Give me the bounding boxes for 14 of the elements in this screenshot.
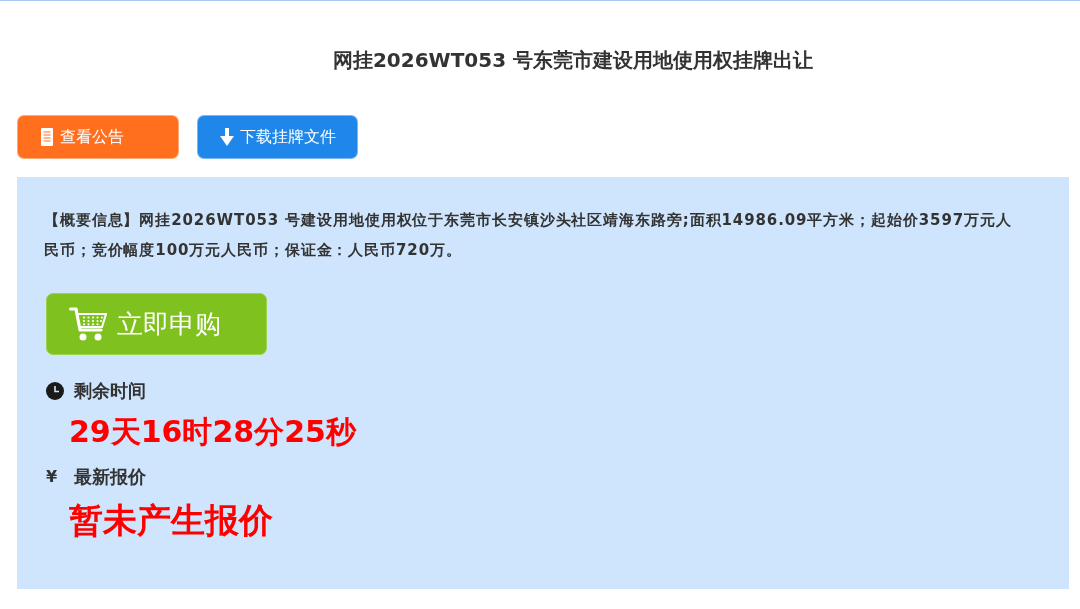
countdown-text: 29天16时28分25秒 <box>69 413 358 451</box>
page-title: 网挂2026WT053 号东莞市建设用地使用权挂牌出让 <box>332 47 814 74</box>
no-bid-text: 暂未产生报价 <box>69 499 274 542</box>
summary-text: 【概要信息】网挂2026WT053 号建设用地使用权位于东莞市长安镇沙头社区靖海东路旁;面积14986.09平方米；起始价3597万元人民币；竞价幅度100万元人民币；保证金：人民币720万。 <box>44 210 1013 261</box>
download-arrow-icon <box>220 128 234 146</box>
view-notice-button[interactable]: 查看公告 <box>17 115 179 159</box>
shopping-cart-icon <box>69 306 107 342</box>
document-icon <box>40 127 54 147</box>
clock-icon <box>46 382 64 400</box>
download-file-button[interactable]: 下载挂牌文件 <box>197 115 358 159</box>
yen-sign: ¥ <box>46 466 59 488</box>
buy-now-button[interactable]: 立即申购 <box>46 293 267 355</box>
latest-bid-label: 最新报价 <box>74 465 146 489</box>
remaining-time-label: 剩余时间 <box>74 379 146 403</box>
